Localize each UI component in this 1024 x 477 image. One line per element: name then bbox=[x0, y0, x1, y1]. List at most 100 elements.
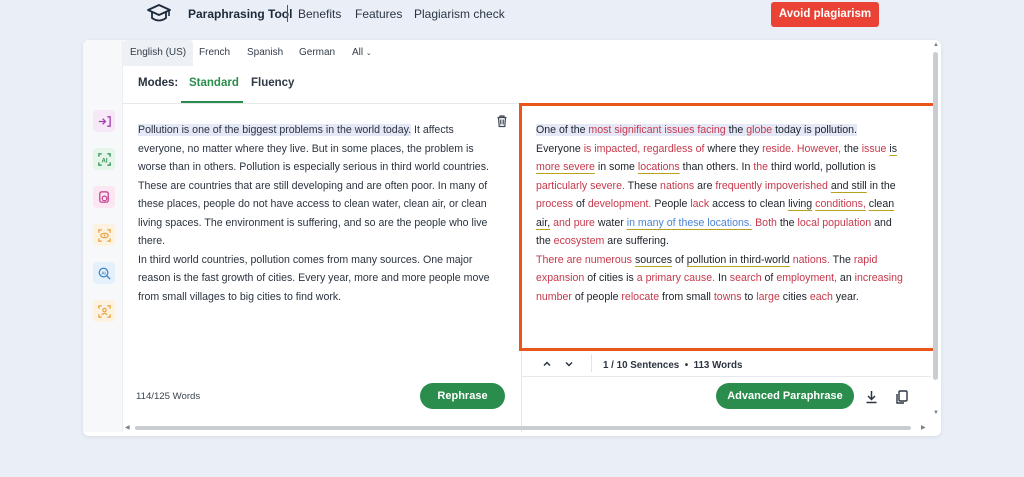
changed-phrase[interactable]: local population bbox=[798, 217, 872, 229]
changed-phrase[interactable]: lack bbox=[690, 198, 709, 210]
changed-phrase[interactable]: However, bbox=[797, 143, 841, 155]
changed-phrase[interactable]: relocate bbox=[621, 291, 659, 303]
changed-phrase[interactable]: each bbox=[810, 291, 833, 303]
changed-phrase[interactable]: nations bbox=[660, 180, 694, 192]
output-word-count: 113 Words bbox=[693, 360, 743, 371]
changed-phrase[interactable]: most significant issues facing bbox=[588, 124, 725, 136]
sentence-nav-separator bbox=[591, 354, 592, 372]
sentence-info: 1 / 10 Sentences bbox=[603, 360, 680, 371]
svg-text:AI: AI bbox=[101, 270, 106, 275]
changed-phrase[interactable]: large bbox=[756, 291, 780, 303]
changed-phrase[interactable]: issue bbox=[862, 143, 887, 155]
tool-paraphraser[interactable] bbox=[93, 110, 115, 132]
copy-check-icon bbox=[98, 190, 109, 203]
out-text: the bbox=[841, 142, 862, 155]
input-word-count: 114/125 Words bbox=[136, 391, 201, 402]
tool-plagiarism-checker[interactable] bbox=[93, 186, 115, 208]
changed-phrase[interactable]: search bbox=[730, 272, 762, 284]
scroll-up-arrow[interactable]: ▲ bbox=[933, 42, 939, 48]
scroll-right-arrow[interactable]: ▶ bbox=[921, 424, 926, 431]
nav-features[interactable]: Features bbox=[355, 7, 402, 21]
out-text: where they bbox=[704, 142, 763, 155]
changed-phrase[interactable]: the bbox=[753, 161, 768, 173]
changed-phrase[interactable]: and pure bbox=[553, 217, 595, 229]
trash-icon[interactable] bbox=[495, 114, 509, 128]
changed-phrase[interactable]: towns bbox=[714, 291, 742, 303]
changed-phrase[interactable]: ecosystem bbox=[554, 235, 605, 247]
sentence-navigation bbox=[541, 358, 581, 372]
vertical-scrollbar[interactable]: ▲ ▼ bbox=[931, 40, 941, 432]
copy-icon[interactable] bbox=[894, 389, 909, 405]
download-icon[interactable] bbox=[864, 389, 879, 405]
underlined-phrase[interactable]: is bbox=[889, 143, 897, 155]
vertical-scroll-thumb[interactable] bbox=[933, 52, 938, 380]
underlined-phrase[interactable]: sources bbox=[635, 254, 672, 266]
changed-phrase[interactable]: particularly severe. bbox=[536, 180, 625, 192]
changed-phrase[interactable]: reside. bbox=[762, 143, 794, 155]
tool-proofreader[interactable] bbox=[93, 224, 115, 246]
brand-title[interactable]: Paraphrasing Tool bbox=[188, 7, 292, 21]
ai-search-icon: AI bbox=[98, 267, 111, 280]
changed-phrase[interactable]: is impacted, regardless of bbox=[584, 143, 705, 155]
changed-phrase[interactable]: primary cause. bbox=[646, 272, 715, 284]
mode-standard[interactable]: Standard bbox=[189, 77, 239, 89]
out-text: of bbox=[761, 272, 777, 284]
tool-ai-detector[interactable]: AI bbox=[93, 148, 115, 170]
horizontal-scrollbar[interactable]: ◀ ▶ bbox=[123, 423, 931, 433]
underlined-phrase[interactable]: and still bbox=[831, 180, 867, 192]
horizontal-scroll-thumb[interactable] bbox=[135, 426, 911, 430]
changed-phrase[interactable]: employment, bbox=[776, 272, 837, 284]
output-paragraph-1: Everyone is impacted, regardless of wher… bbox=[536, 140, 908, 251]
advanced-paraphrase-button[interactable]: Advanced Paraphrase bbox=[716, 383, 854, 409]
changed-phrase[interactable]: nations. bbox=[793, 254, 830, 266]
nav-plagiarism-check[interactable]: Plagiarism check bbox=[414, 7, 505, 21]
paraphraser-card: AI AI English (US) French Spanish German… bbox=[83, 40, 941, 436]
avoid-plagiarism-button[interactable]: Avoid plagiarism bbox=[771, 2, 879, 27]
lang-tab-french[interactable]: French bbox=[199, 40, 230, 66]
rephrase-button[interactable]: Rephrase bbox=[420, 383, 505, 409]
ai-detector-icon: AI bbox=[97, 152, 111, 166]
changed-phrase[interactable]: frequently impoverished bbox=[715, 180, 827, 192]
structure-change-phrase[interactable]: in many of these locations. bbox=[627, 217, 752, 229]
lang-tab-spanish[interactable]: Spanish bbox=[247, 40, 283, 66]
out-text: In bbox=[741, 161, 754, 173]
changed-phrase[interactable]: a bbox=[637, 272, 643, 284]
changed-phrase[interactable]: Both bbox=[755, 217, 777, 229]
out-text: than others. bbox=[679, 161, 739, 173]
lang-tab-german[interactable]: German bbox=[299, 40, 335, 66]
out-text: In bbox=[715, 272, 730, 284]
underlined-phrase[interactable]: pollution in third-world bbox=[687, 254, 790, 266]
chevron-down-icon[interactable] bbox=[563, 358, 575, 370]
input-textarea[interactable]: Pollution is one of the biggest problems… bbox=[138, 121, 490, 306]
tool-ai-humanizer[interactable]: AI bbox=[93, 262, 115, 284]
scroll-left-arrow[interactable]: ◀ bbox=[125, 424, 130, 431]
nav-benefits[interactable]: Benefits bbox=[298, 7, 341, 21]
underlined-phrase[interactable]: living bbox=[788, 198, 812, 210]
output-footer-divider bbox=[521, 376, 931, 377]
changed-phrase[interactable]: process bbox=[536, 198, 573, 210]
out-text: Everyone bbox=[536, 142, 584, 155]
chevron-up-icon[interactable] bbox=[541, 358, 553, 370]
lang-tab-english-us[interactable]: English (US) bbox=[123, 40, 194, 66]
out-text: of bbox=[573, 198, 588, 210]
changed-phrase[interactable]: more severe bbox=[536, 161, 595, 173]
out-text: to bbox=[741, 290, 757, 303]
output-text[interactable]: One of the most significant issues facin… bbox=[536, 121, 908, 306]
out-text: water bbox=[594, 216, 627, 229]
scroll-down-arrow[interactable]: ▼ bbox=[933, 410, 939, 416]
mode-fluency[interactable]: Fluency bbox=[251, 77, 294, 89]
lang-tab-all[interactable]: All ⌄ bbox=[352, 40, 372, 66]
out-text: of cities is bbox=[584, 272, 637, 284]
graduation-cap-logo-icon[interactable] bbox=[146, 3, 172, 25]
out-text: an bbox=[836, 272, 855, 284]
changed-phrase[interactable]: globe bbox=[746, 124, 772, 136]
out-text: in the bbox=[866, 179, 896, 192]
changed-phrase[interactable]: development. bbox=[588, 198, 652, 210]
changed-phrase[interactable]: conditions, bbox=[815, 198, 866, 210]
out-text: One of the bbox=[536, 124, 589, 136]
changed-phrase[interactable]: locations bbox=[638, 161, 680, 173]
changed-phrase[interactable]: There are numerous bbox=[536, 254, 632, 266]
tool-image-scanner[interactable] bbox=[93, 300, 115, 322]
out-text: from small bbox=[659, 290, 714, 303]
input-highlighted-sentence: Pollution is one of the biggest problems… bbox=[138, 124, 412, 136]
